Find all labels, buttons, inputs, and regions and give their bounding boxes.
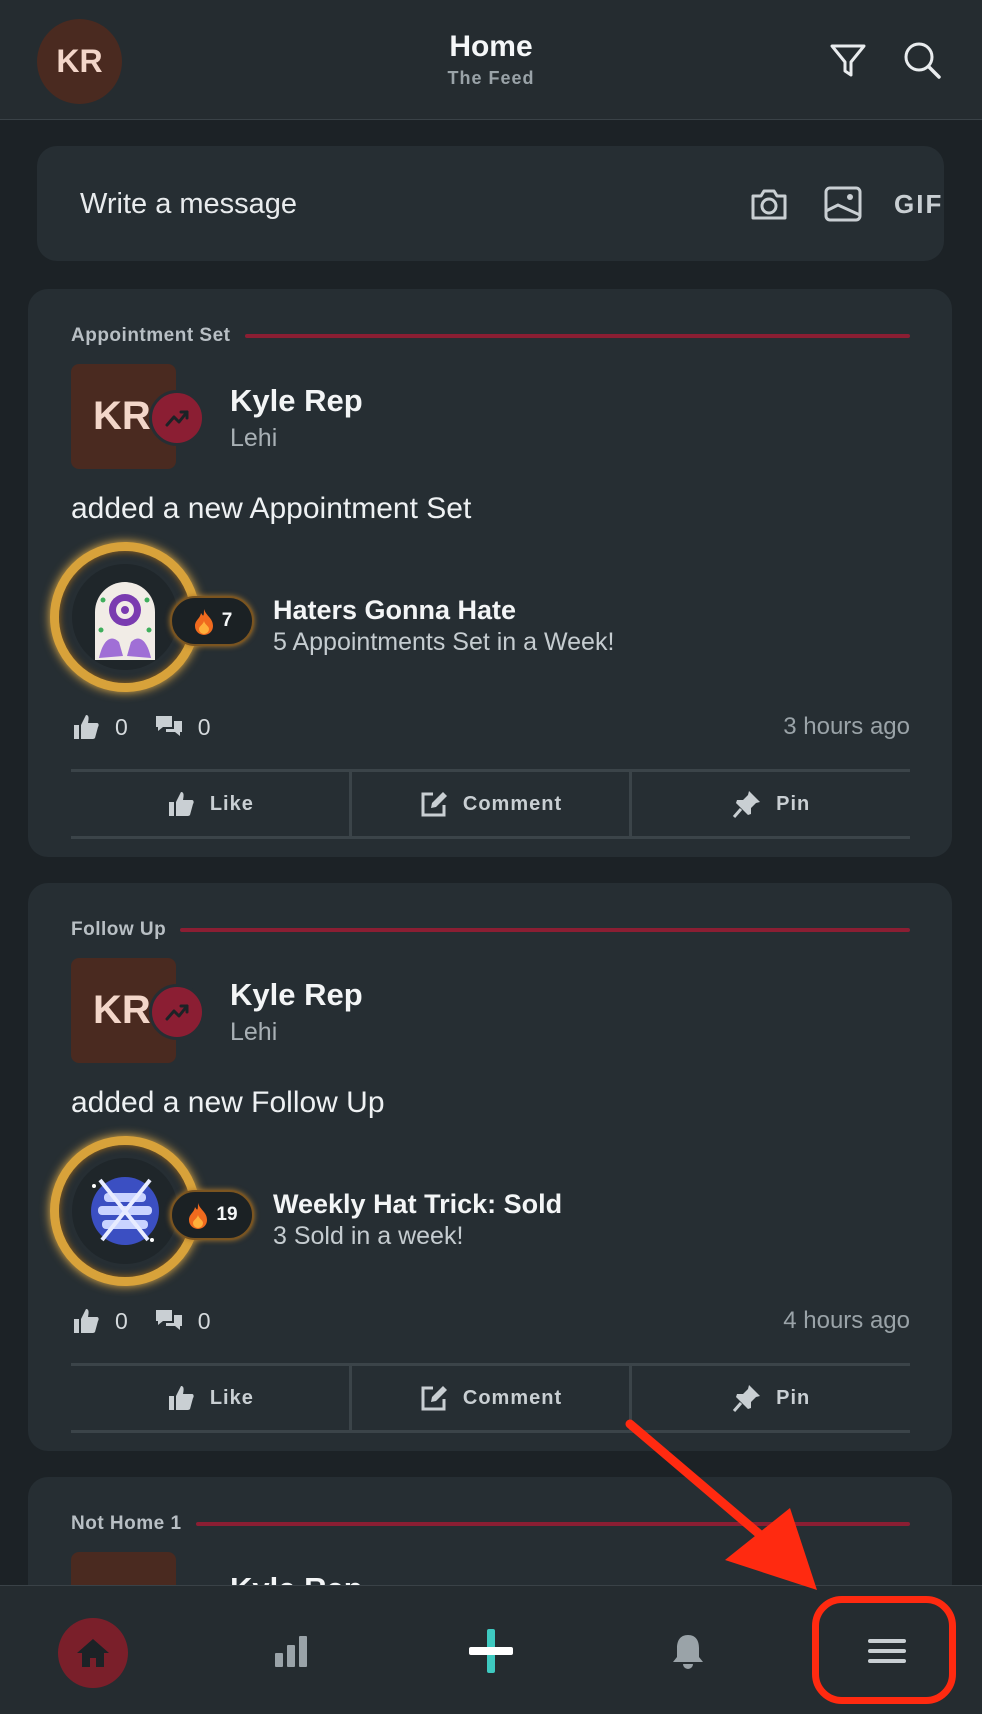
user-name[interactable]: Kyle Rep (230, 977, 363, 1013)
post-stats: 0 0 3 hours ago (71, 709, 910, 745)
post-category: Not Home 1 (71, 1513, 182, 1534)
pin-icon (732, 1385, 761, 1412)
comment-count-icon (155, 716, 182, 736)
comment-button[interactable]: Comment (352, 772, 633, 836)
feed-post: Follow Up KR Kyle Rep Lehi added a new F… (28, 883, 952, 1451)
like-count-icon (74, 715, 99, 739)
comment-count: 0 (197, 713, 211, 740)
add-icon (469, 1629, 513, 1673)
trending-badge-icon (149, 390, 205, 446)
post-timestamp: 3 hours ago (783, 713, 910, 740)
post-actions: Like Comment Pin (71, 769, 910, 839)
image-icon[interactable] (822, 183, 864, 225)
thumbs-up-icon (168, 1386, 194, 1410)
category-divider (180, 928, 910, 932)
post-category: Appointment Set (71, 325, 231, 346)
comment-label: Comment (462, 792, 563, 815)
edit-icon (421, 792, 447, 817)
comment-label: Comment (462, 1386, 563, 1409)
app-header: KR Home The Feed (0, 0, 982, 120)
filter-icon[interactable] (826, 38, 870, 82)
post-action-text: added a new Follow Up (71, 1086, 385, 1119)
haters-medal-icon[interactable] (72, 564, 178, 670)
streak-badge: 7 (170, 596, 254, 646)
annotation-highlight-ring (812, 1596, 956, 1704)
nav-add[interactable] (456, 1616, 526, 1686)
achievement-description: 3 Sold in a week! (273, 1222, 464, 1250)
annotation-arrow-icon (625, 1419, 817, 1590)
like-count: 0 (115, 713, 128, 740)
achievement-title: Haters Gonna Hate (273, 595, 517, 625)
feed-post: Appointment Set KR Kyle Rep Lehi added a… (28, 289, 952, 857)
nav-stats[interactable] (256, 1616, 326, 1686)
comment-count-icon (155, 1310, 182, 1330)
achievement-title: Weekly Hat Trick: Sold (273, 1189, 563, 1219)
comment-button[interactable]: Comment (352, 1366, 633, 1430)
post-action-text: added a new Appointment Set (71, 492, 472, 525)
streak-count: 19 (216, 1204, 238, 1225)
user-location: Lehi (230, 424, 278, 452)
category-divider (244, 334, 910, 338)
bell-icon (673, 1635, 703, 1669)
trending-badge-icon (149, 984, 205, 1040)
flame-icon (189, 1203, 208, 1229)
user-location: Lehi (230, 1018, 278, 1046)
home-icon (77, 1639, 109, 1667)
hockey-medal-icon[interactable] (72, 1158, 178, 1264)
streak-badge: 19 (170, 1190, 254, 1240)
like-button[interactable]: Like (71, 1366, 352, 1430)
message-composer[interactable]: Write a message GIF (37, 146, 944, 261)
like-label: Like (209, 1386, 254, 1409)
post-stats: 0 0 4 hours ago (71, 1303, 910, 1339)
gif-button[interactable]: GIF (894, 189, 943, 220)
nav-notifications[interactable] (653, 1616, 723, 1686)
like-count-icon (74, 1309, 99, 1333)
post-category: Follow Up (71, 919, 167, 940)
stats-icon (275, 1636, 307, 1667)
pin-icon (732, 791, 761, 818)
nav-home[interactable] (58, 1618, 128, 1688)
search-icon[interactable] (900, 38, 944, 82)
post-category-row: Follow Up (71, 918, 910, 942)
post-category-row: Appointment Set (71, 324, 910, 348)
like-button[interactable]: Like (71, 772, 352, 836)
post-timestamp: 4 hours ago (783, 1307, 910, 1334)
streak-count: 7 (221, 610, 233, 631)
pin-label: Pin (776, 792, 811, 815)
camera-icon[interactable] (748, 183, 790, 225)
like-label: Like (209, 792, 254, 815)
achievement-description: 5 Appointments Set in a Week! (273, 628, 615, 656)
edit-icon (421, 1386, 447, 1411)
pin-label: Pin (776, 1386, 811, 1409)
user-name[interactable]: Kyle Rep (230, 383, 363, 419)
comment-count: 0 (197, 1307, 211, 1334)
like-count: 0 (115, 1307, 128, 1334)
flame-icon (194, 609, 213, 635)
thumbs-up-icon (168, 792, 194, 816)
pin-button[interactable]: Pin (632, 772, 910, 836)
message-input[interactable]: Write a message (80, 188, 297, 221)
